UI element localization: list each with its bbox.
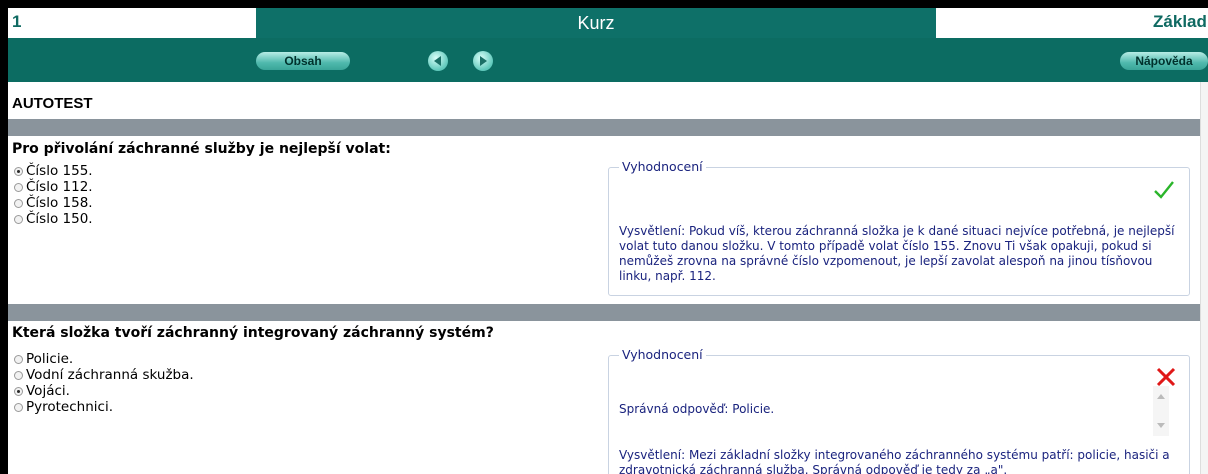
arrow-left-icon: [434, 56, 441, 66]
page-scrollbar[interactable]: [1200, 82, 1208, 474]
course-title: Kurz: [577, 13, 615, 33]
question-1-text: Pro přivolání záchranné služby je nejlep…: [12, 141, 391, 157]
question-1-option[interactable]: Číslo 158.: [14, 195, 93, 211]
check-icon: [1154, 181, 1174, 199]
question-1-option[interactable]: Číslo 150.: [14, 211, 93, 227]
question-2-option[interactable]: Pyrotechnici.: [14, 399, 194, 415]
radio-selected-icon[interactable]: [14, 386, 23, 396]
option-label: Pyrotechnici.: [26, 399, 113, 415]
content-area: AUTOTEST Pro přivolání záchranné služby …: [8, 82, 1200, 474]
title-bar-left: 1: [8, 8, 256, 38]
page-title: AUTOTEST: [12, 95, 93, 112]
page-number: 1: [12, 12, 22, 31]
radio-selected-icon[interactable]: [14, 166, 23, 176]
radio-icon[interactable]: [14, 198, 23, 208]
evaluation-box-2: Vyhodnocení Správná odpověď: Policie. Vy…: [608, 347, 1190, 474]
explanation-text: Vysvětlení: Pokud víš, kterou záchranná …: [619, 224, 1175, 283]
option-label: Vojáci.: [26, 383, 70, 399]
previous-page-button[interactable]: [428, 51, 448, 71]
contents-button[interactable]: Obsah: [256, 52, 350, 70]
title-bar: 1 Kurz Základní: [8, 8, 1208, 38]
option-label: Vodní záchranná skužba.: [26, 367, 194, 383]
question-2-text: Která složka tvoří záchranný integrovaný…: [12, 325, 494, 341]
option-label: Číslo 158.: [26, 195, 93, 211]
option-label: Číslo 112.: [26, 179, 93, 195]
radio-icon[interactable]: [14, 370, 23, 380]
answer-scrollbar[interactable]: [1153, 386, 1169, 436]
title-bar-center: Kurz: [256, 8, 936, 38]
explanation-text: Vysvětlení: Mezi základní složky integro…: [619, 448, 1170, 474]
evaluation-box-1: Vyhodnocení Vysvětlení: Pokud víš, ktero…: [608, 159, 1190, 296]
toolbar: Obsah Nápověda: [8, 38, 1208, 82]
correct-answer-box[interactable]: Správná odpověď: Policie.: [619, 386, 1169, 436]
option-label: Policie.: [26, 351, 74, 367]
question-2-option[interactable]: Policie.: [14, 351, 194, 367]
scroll-up-icon[interactable]: [1157, 394, 1165, 399]
section-title: Základní: [1153, 12, 1208, 31]
question-2-option[interactable]: Vodní záchranná skužba.: [14, 367, 194, 383]
question-2-option[interactable]: Vojáci.: [14, 383, 194, 399]
evaluation-label: Vyhodnocení: [619, 159, 706, 174]
correct-answer-text: Správná odpověď: Policie.: [619, 402, 775, 416]
app-window: 1 Kurz Základní Obsah Nápověda AUTOTEST …: [8, 8, 1208, 474]
question-1-option[interactable]: Číslo 155.: [14, 163, 93, 179]
evaluation-label: Vyhodnocení: [619, 347, 706, 362]
separator-bar: [8, 119, 1200, 136]
scroll-down-icon[interactable]: [1157, 423, 1165, 428]
radio-icon[interactable]: [14, 354, 23, 364]
title-bar-right: Základní: [936, 8, 1208, 38]
radio-icon[interactable]: [14, 182, 23, 192]
next-page-button[interactable]: [473, 51, 493, 71]
radio-icon[interactable]: [14, 214, 23, 224]
radio-icon[interactable]: [14, 402, 23, 412]
option-label: Číslo 150.: [26, 211, 93, 227]
option-label: Číslo 155.: [26, 163, 93, 179]
separator-bar: [8, 304, 1200, 321]
question-1-options: Číslo 155. Číslo 112. Číslo 158. Číslo 1…: [14, 163, 93, 227]
cross-icon: [1156, 367, 1176, 387]
arrow-right-icon: [480, 56, 487, 66]
question-1-option[interactable]: Číslo 112.: [14, 179, 93, 195]
question-2-options: Policie. Vodní záchranná skužba. Vojáci.…: [14, 351, 194, 415]
help-button[interactable]: Nápověda: [1120, 52, 1208, 70]
